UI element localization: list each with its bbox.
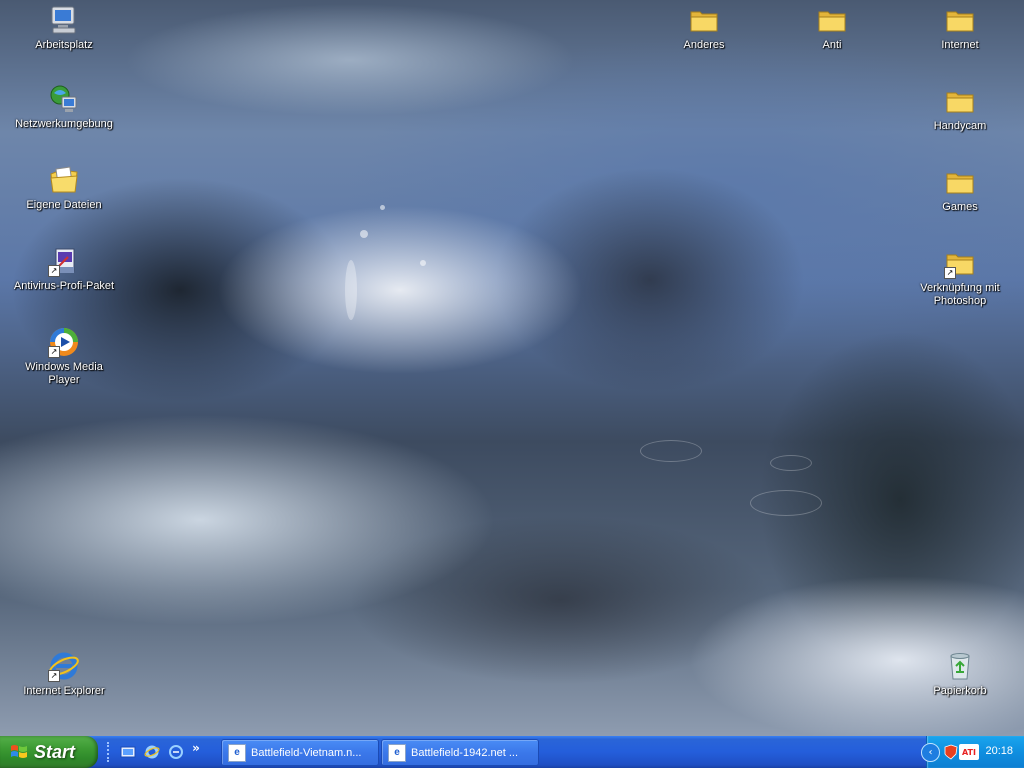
- ie-window-icon: e: [228, 743, 246, 762]
- my-documents-icon: [48, 164, 80, 196]
- icon-label: Anti: [822, 39, 842, 51]
- desktop-icon-arbeitsplatz[interactable]: Arbeitsplatz: [9, 4, 119, 52]
- desktop-icon-internet[interactable]: Internet: [905, 4, 1015, 52]
- desktop-icon-anti[interactable]: Anti: [777, 4, 887, 52]
- folder-icon: [944, 166, 976, 198]
- icon-label: Handycam: [933, 120, 987, 132]
- quick-launch-more-chevron-icon[interactable]: »: [190, 739, 202, 757]
- media-player-icon: ↗: [48, 326, 80, 358]
- quick-launch-grip[interactable]: [107, 742, 113, 762]
- desktop-icon-windows-media-player[interactable]: ↗ Windows Media Player: [9, 326, 119, 387]
- desktop-icon-handycam[interactable]: Handycam: [905, 85, 1015, 133]
- quick-launch-internet-explorer-icon[interactable]: [143, 743, 161, 761]
- quick-launch-show-desktop-icon[interactable]: [119, 743, 137, 761]
- icon-label: Verknüpfung mit Photoshop: [920, 282, 1000, 307]
- water-splash: [345, 260, 357, 320]
- desktop-icon-papierkorb[interactable]: Papierkorb: [905, 650, 1015, 698]
- internet-explorer-icon: ↗: [48, 650, 80, 682]
- start-button[interactable]: Start: [0, 736, 98, 768]
- antivirus-icon: ↗: [48, 245, 80, 277]
- icon-label: Windows Media Player: [25, 361, 103, 386]
- shortcut-arrow-icon: ↗: [48, 265, 60, 277]
- shortcut-arrow-icon: ↗: [944, 267, 956, 279]
- taskbar-button-label: Battlefield-1942.net ...: [411, 746, 519, 759]
- desktop-icon-games[interactable]: Games: [905, 166, 1015, 214]
- recycle-bin-icon: [944, 650, 976, 682]
- water-ripple: [750, 490, 822, 516]
- icon-label: Papierkorb: [933, 685, 987, 697]
- desktop-icon-verknuepfung-photoshop[interactable]: ↗ Verknüpfung mit Photoshop: [905, 247, 1015, 308]
- desktop-icon-internet-explorer[interactable]: ↗ Internet Explorer: [9, 650, 119, 698]
- icon-label: Anderes: [683, 39, 725, 51]
- icon-label: Netzwerkumgebung: [15, 118, 113, 130]
- windows-logo-icon: [10, 743, 28, 761]
- desktop-icon-eigene-dateien[interactable]: Eigene Dateien: [9, 164, 119, 212]
- shortcut-arrow-icon: ↗: [48, 346, 60, 358]
- folder-shortcut-icon: ↗: [944, 247, 976, 279]
- taskbar-clock[interactable]: 20:18: [985, 745, 1013, 757]
- folder-icon: [688, 4, 720, 36]
- water-splash: [420, 260, 426, 266]
- water-ripple: [770, 455, 812, 471]
- my-computer-icon: [48, 4, 80, 36]
- ie-window-icon: e: [388, 743, 406, 762]
- icon-label: Antivirus-Profi-Paket: [13, 280, 115, 292]
- icon-label: Arbeitsplatz: [35, 39, 93, 51]
- desktop-icon-antivirus-profi-paket[interactable]: ↗ Antivirus-Profi-Paket: [9, 245, 119, 293]
- folder-icon: [816, 4, 848, 36]
- tray-ati-icon[interactable]: ATI: [959, 744, 979, 760]
- taskbar-button-battlefield-1942[interactable]: e Battlefield-1942.net ...: [381, 739, 539, 766]
- icon-label: Eigene Dateien: [26, 199, 102, 211]
- taskbar-button-battlefield-vietnam[interactable]: e Battlefield-Vietnam.n...: [221, 739, 379, 766]
- quick-launch-outlook-express-icon[interactable]: [167, 743, 185, 761]
- system-tray: ‹ ATI 20:18: [921, 736, 1024, 768]
- water-ripple: [640, 440, 702, 462]
- icon-label: Internet Explorer: [23, 685, 105, 697]
- tray-security-shield-icon[interactable]: [943, 744, 959, 760]
- folder-icon: [944, 4, 976, 36]
- start-label: Start: [34, 741, 76, 762]
- desktop-wallpaper[interactable]: Arbeitsplatz Netzwerkumgebung Eigene Dat…: [0, 0, 1024, 736]
- desktop-icon-anderes[interactable]: Anderes: [649, 4, 759, 52]
- tray-expand-chevron-icon[interactable]: ‹: [921, 743, 940, 762]
- icon-label: Games: [942, 201, 978, 213]
- taskbar: Start » e Battlefield-Vietnam.n... e Bat…: [0, 736, 1024, 768]
- desktop-icon-netzwerkumgebung[interactable]: Netzwerkumgebung: [9, 83, 119, 131]
- network-places-icon: [48, 83, 80, 115]
- water-splash: [360, 230, 368, 238]
- water-splash: [380, 205, 385, 210]
- folder-icon: [944, 85, 976, 117]
- shortcut-arrow-icon: ↗: [48, 670, 60, 682]
- taskbar-button-label: Battlefield-Vietnam.n...: [251, 746, 362, 759]
- icon-label: Internet: [941, 39, 979, 51]
